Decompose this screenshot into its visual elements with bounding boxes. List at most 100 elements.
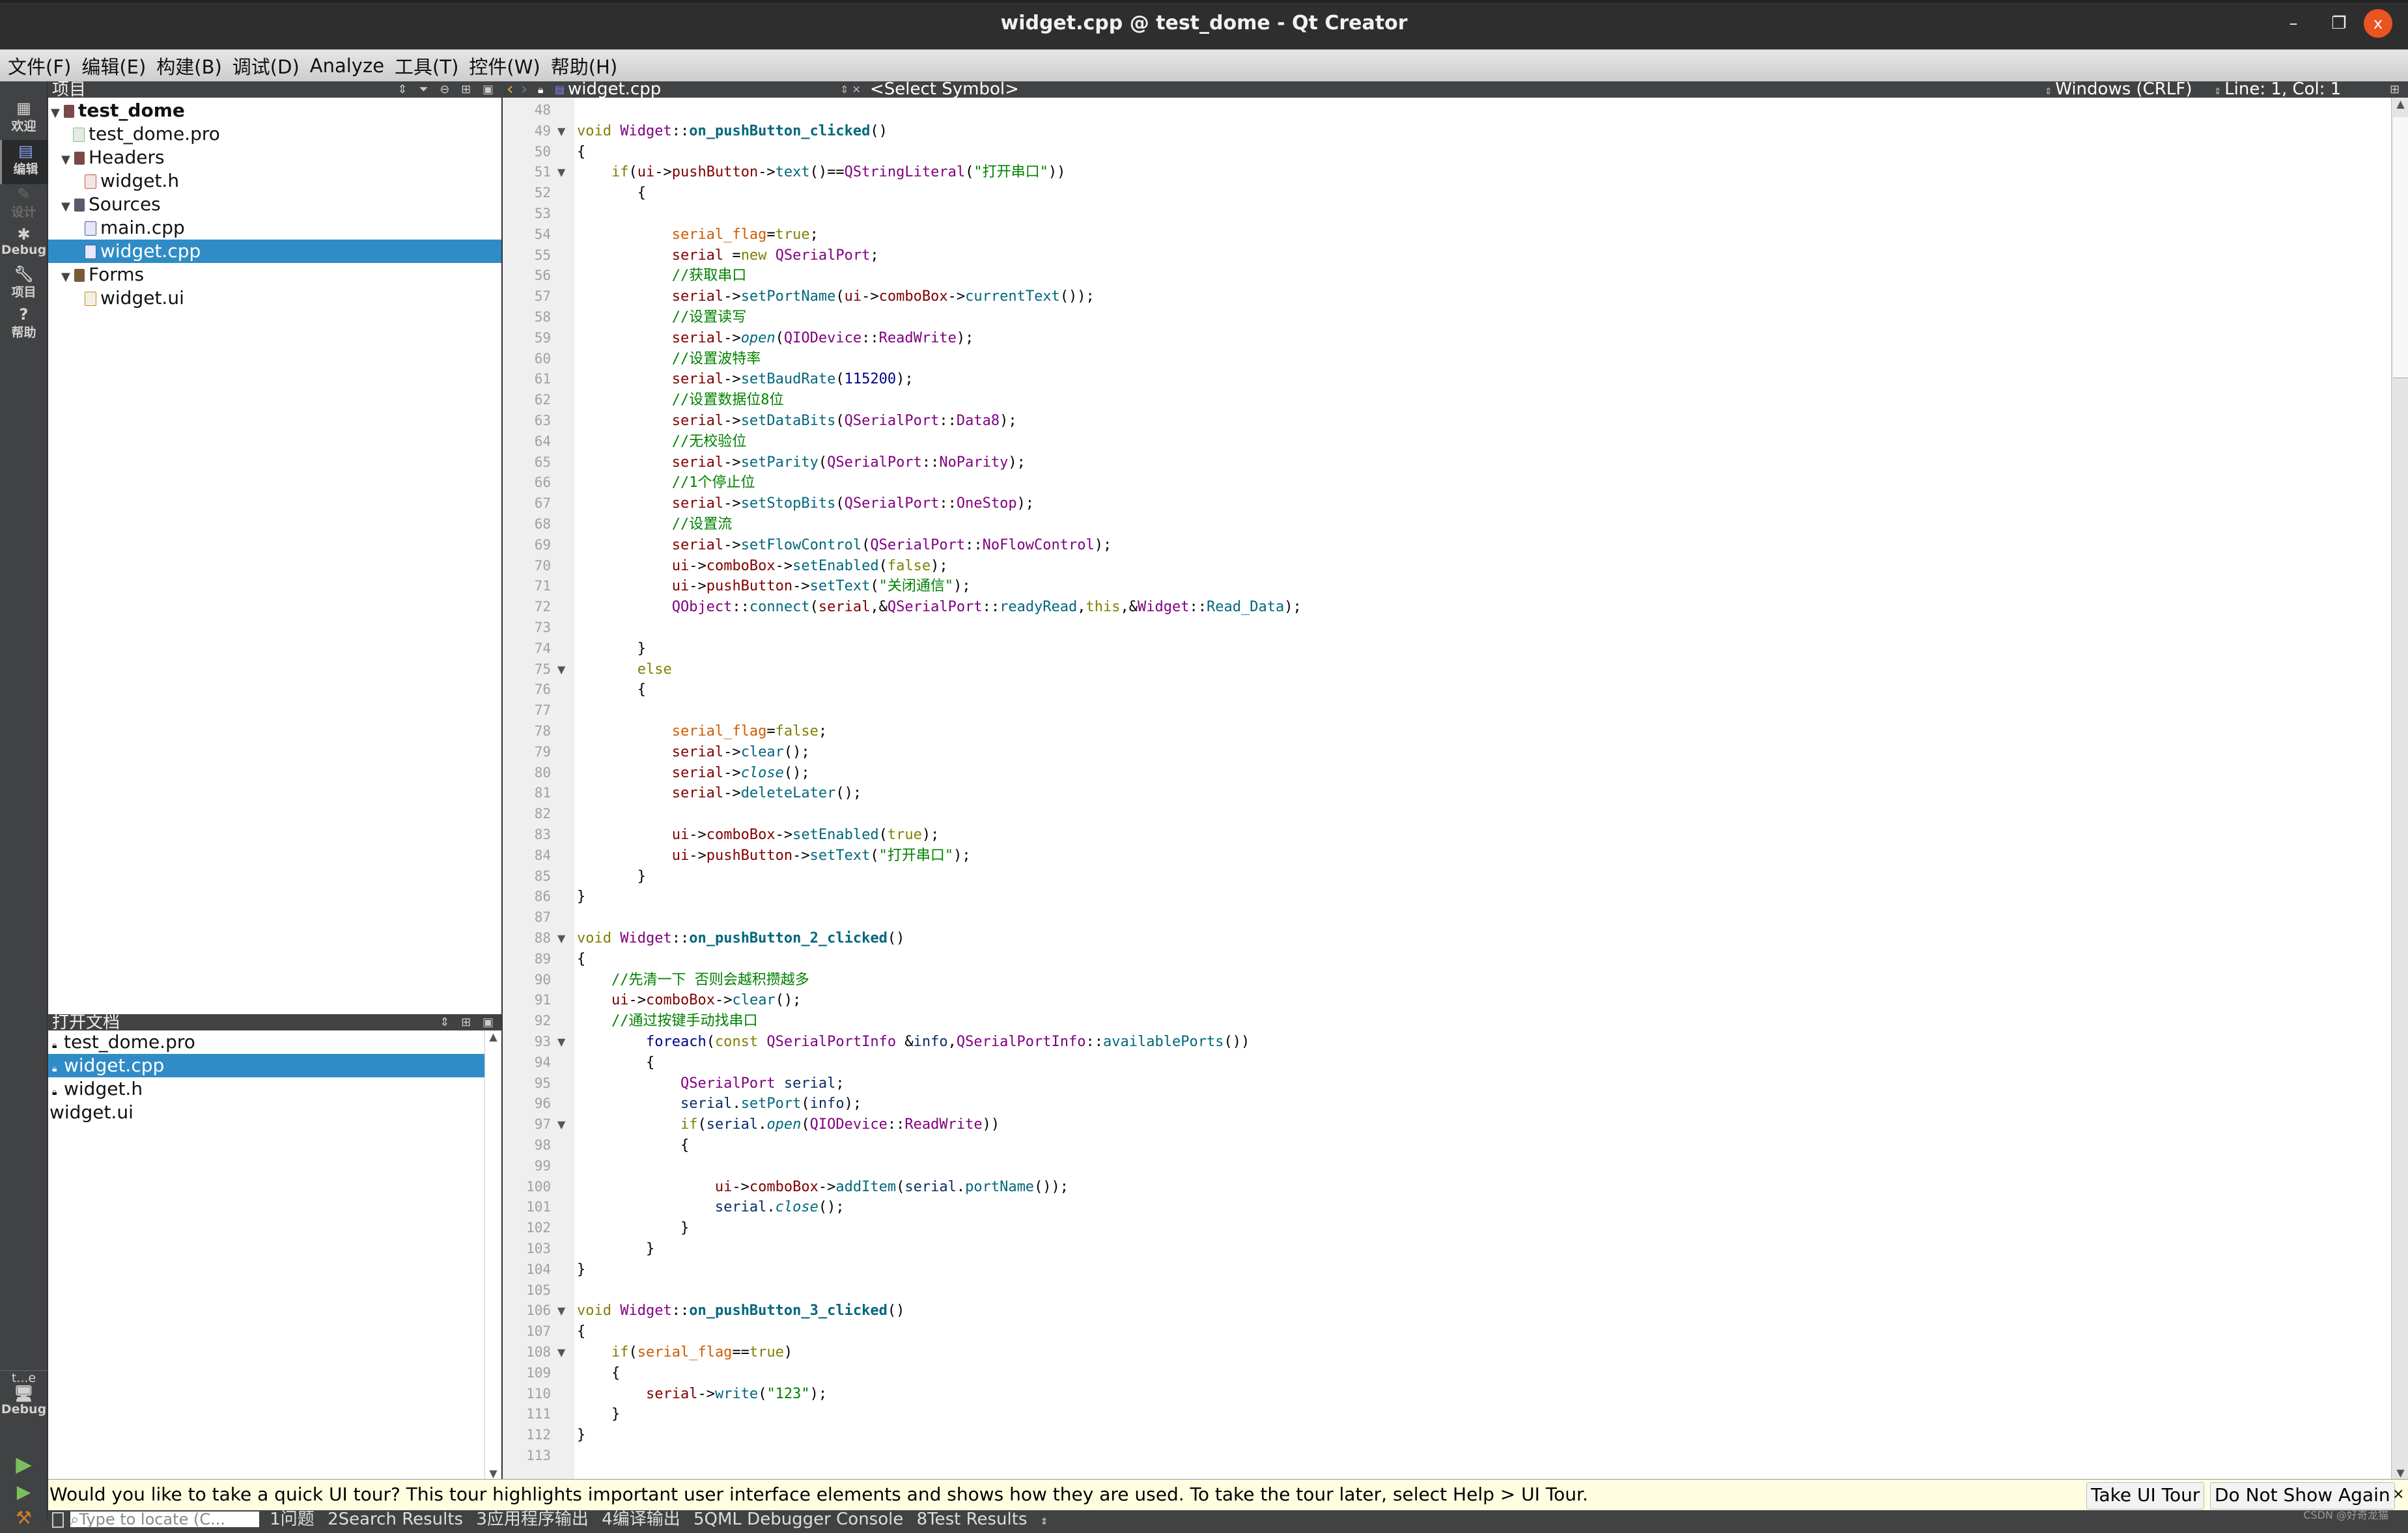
fold-arrow-icon[interactable]: ▼ <box>557 1342 565 1363</box>
code-line[interactable]: //设置读写 <box>577 307 747 328</box>
code-line[interactable]: serial->setParity(QSerialPort::NoParity)… <box>577 452 1026 473</box>
forward-icon[interactable]: › <box>521 81 527 98</box>
minimize-button[interactable]: – <box>2279 9 2308 38</box>
code-line[interactable]: //无校验位 <box>577 432 747 452</box>
code-line[interactable]: { <box>577 949 585 970</box>
code-line[interactable]: ui->comboBox->setEnabled(true); <box>577 825 940 846</box>
code-editor[interactable]: 48 49 ▼ 50 51 ▼ 52 53 54 55 56 57 58 59 60 61 62 63 64 65 66… <box>501 98 2408 1479</box>
cursor-position[interactable]: ⇕ Line: 1, Col: 1 <box>2214 81 2341 98</box>
scroll-down-icon[interactable]: ▼ <box>485 1467 501 1480</box>
code-line[interactable]: { <box>577 1363 620 1384</box>
code-line[interactable]: } <box>577 887 585 907</box>
code-line[interactable]: serial->setBaudRate(115200); <box>577 369 914 390</box>
code-line[interactable]: serial->setPortName(ui->comboBox->curren… <box>577 286 1095 307</box>
code-line[interactable]: //先清一下 否则会越积攒越多 <box>577 970 809 991</box>
menu-file[interactable]: 文件(F) <box>8 52 71 79</box>
toggle-sidebar-icon[interactable] <box>52 1512 64 1528</box>
code-line[interactable]: serial->open(QIODevice::ReadWrite); <box>577 328 974 349</box>
code-line[interactable]: serial->setFlowControl(QSerialPort::NoFl… <box>577 535 1112 556</box>
code-line[interactable]: serial->setStopBits(QSerialPort::OneStop… <box>577 493 1034 514</box>
code-line[interactable]: if(serial.open(QIODevice::ReadWrite)) <box>577 1114 1000 1135</box>
tree-item-folder-forms[interactable]: ▼ Forms <box>48 263 514 286</box>
code-line[interactable]: void Widget::on_pushButton_3_clicked() <box>577 1301 904 1321</box>
output-pane-issues[interactable]: 1问题 <box>270 1510 315 1529</box>
code-line[interactable]: //通过按键手动找串口 <box>577 1011 758 1032</box>
code-line[interactable]: //1个停止位 <box>577 473 755 493</box>
code-line[interactable]: serial.close(); <box>577 1197 845 1218</box>
code-line[interactable]: //设置波特率 <box>577 349 761 370</box>
open-document-item[interactable]: 🔒︎ widget.h <box>48 1077 484 1101</box>
scroll-up-icon[interactable]: ▲ <box>2392 98 2408 110</box>
code-line[interactable]: { <box>577 680 646 700</box>
output-pane-test-results[interactable]: 8Test Results <box>917 1510 1028 1529</box>
more-panes-icon[interactable]: ⇕ <box>1041 1517 1048 1527</box>
code-line[interactable]: serial->clear(); <box>577 742 810 763</box>
open-document-item[interactable]: widget.ui <box>48 1101 486 1124</box>
tree-item-file[interactable]: main.cpp <box>48 216 538 240</box>
code-line[interactable]: //设置流 <box>577 514 733 535</box>
code-line[interactable]: { <box>577 1321 585 1342</box>
expand-arrow-icon[interactable]: ▼ <box>61 195 74 219</box>
code-line[interactable]: } <box>577 1239 654 1260</box>
code-line[interactable]: ui->comboBox->addItem(serial.portName())… <box>577 1177 1069 1198</box>
mode-debug[interactable]: ✱ Debug <box>0 226 48 264</box>
close-info-bar-icon[interactable]: × <box>2392 1480 2404 1510</box>
code-line[interactable]: serial->deleteLater(); <box>577 783 861 804</box>
mode-design[interactable]: ✎ 设计 <box>0 186 48 223</box>
code-line[interactable]: } <box>577 639 646 659</box>
menu-analyze[interactable]: Analyze <box>310 55 384 77</box>
code-line[interactable]: } <box>577 1404 620 1425</box>
mode-help[interactable]: ? 帮助 <box>0 306 48 344</box>
expand-arrow-icon[interactable]: ▼ <box>61 266 74 289</box>
kit-selector[interactable]: t...e 🖥︎ Debug <box>0 1370 48 1443</box>
output-pane-search-results[interactable]: 2Search Results <box>328 1510 463 1529</box>
scroll-up-icon[interactable]: ▲ <box>485 1030 501 1043</box>
code-line[interactable]: } <box>577 1425 585 1446</box>
open-document-item-selected[interactable]: 🔒︎ widget.cpp <box>48 1054 484 1077</box>
code-line[interactable]: void Widget::on_pushButton_clicked() <box>577 121 888 142</box>
menu-tools[interactable]: 工具(T) <box>395 52 458 79</box>
fold-arrow-icon[interactable]: ▼ <box>557 1301 565 1321</box>
tree-item-file-selected[interactable]: widget.cpp <box>48 240 538 263</box>
code-line[interactable]: if(serial_flag==true) <box>577 1342 792 1363</box>
split-icon[interactable]: ⊞ <box>2390 81 2400 98</box>
tree-item-file[interactable]: widget.h <box>48 169 538 193</box>
code-line[interactable]: serial.setPort(info); <box>577 1094 861 1114</box>
open-document-item[interactable]: 🔒︎ test_dome.pro <box>48 1030 484 1054</box>
menu-debug[interactable]: 调试(D) <box>232 52 300 79</box>
code-line[interactable]: { <box>577 1053 654 1073</box>
code-line[interactable]: ui->comboBox->setEnabled(false); <box>577 556 948 577</box>
panel-tool-icons[interactable]: ⇕ ⏷ ⊖ ⊞ ▣ <box>397 81 497 98</box>
menu-edit[interactable]: 编辑(E) <box>81 52 146 79</box>
do-not-show-again-button[interactable]: Do Not Show Again <box>2210 1482 2395 1510</box>
expand-arrow-icon[interactable]: ▼ <box>51 102 64 125</box>
open-documents-scrollbar[interactable]: ▲ ▼ <box>484 1030 501 1480</box>
document-selector[interactable]: widget.cpp <box>568 81 661 98</box>
fold-arrow-icon[interactable]: ▼ <box>557 928 565 949</box>
code-line[interactable]: serial->setDataBits(QSerialPort::Data8); <box>577 411 1017 432</box>
fold-arrow-icon[interactable]: ▼ <box>557 121 565 142</box>
code-line[interactable]: } <box>577 1218 689 1239</box>
menu-widgets[interactable]: 控件(W) <box>469 52 540 79</box>
tree-item-project[interactable]: ▼ test_dome <box>48 99 504 122</box>
mode-edit[interactable]: ▤ 编辑 <box>0 140 49 184</box>
debug-run-button[interactable]: ▶ <box>0 1481 48 1507</box>
symbol-selector[interactable]: <Select Symbol> <box>870 81 1019 98</box>
code-line[interactable]: else <box>577 659 672 680</box>
code-line[interactable]: serial->write("123"); <box>577 1384 827 1405</box>
tree-item-folder-sources[interactable]: ▼ Sources <box>48 193 514 216</box>
fold-arrow-icon[interactable]: ▼ <box>557 162 565 183</box>
code-line[interactable]: serial->close(); <box>577 763 810 784</box>
maximize-button[interactable]: ❐ <box>2325 9 2353 38</box>
code-line[interactable]: { <box>577 1135 689 1156</box>
close-document-icon[interactable]: ⇕ ✕ <box>840 81 861 98</box>
fold-arrow-icon[interactable]: ▼ <box>557 1032 565 1053</box>
fold-arrow-icon[interactable]: ▼ <box>557 1114 565 1135</box>
tree-item-folder-headers[interactable]: ▼ Headers <box>48 146 514 169</box>
code-line[interactable]: QObject::connect(serial,&QSerialPort::re… <box>577 597 1302 618</box>
fold-arrow-icon[interactable]: ▼ <box>557 659 565 680</box>
mode-projects[interactable]: 🔧︎ 项目 <box>0 266 48 303</box>
mode-welcome[interactable]: ▦ 欢迎 <box>0 100 48 137</box>
expand-arrow-icon[interactable]: ▼ <box>61 148 74 172</box>
code-line[interactable]: } <box>577 1260 585 1280</box>
